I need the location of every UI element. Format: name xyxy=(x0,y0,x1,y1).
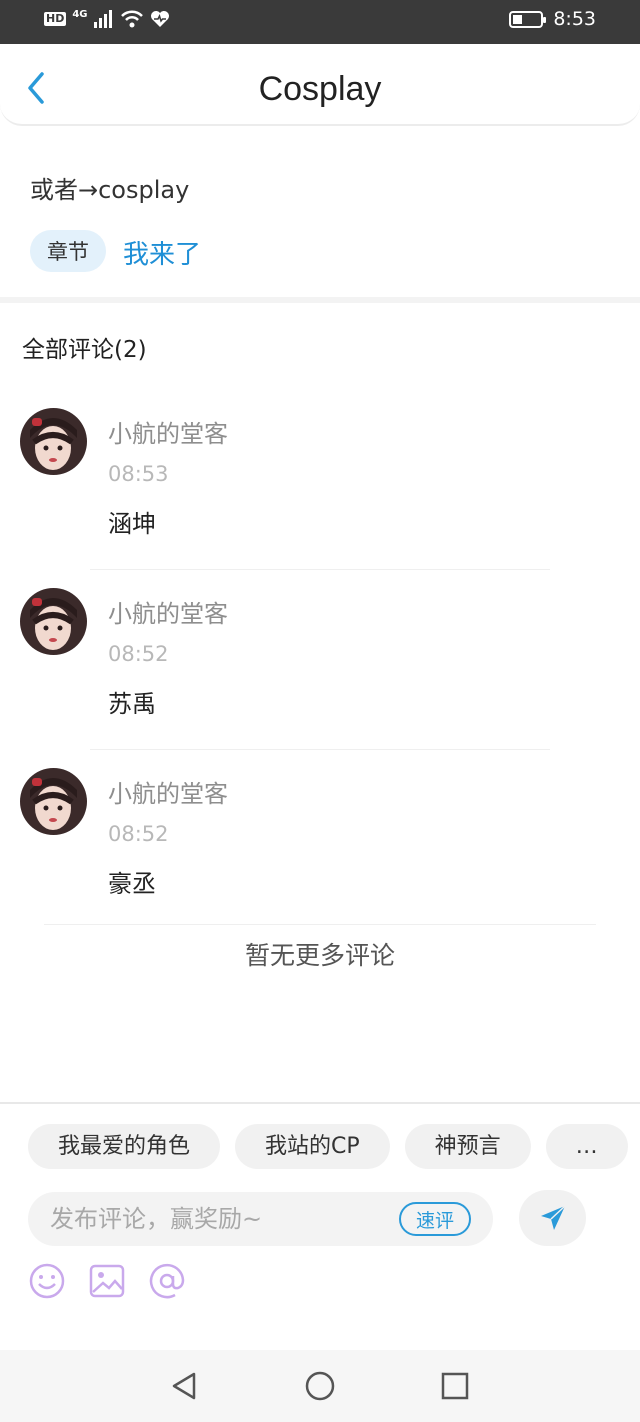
image-icon[interactable] xyxy=(88,1262,126,1300)
avatar[interactable] xyxy=(20,588,87,655)
comment-input[interactable] xyxy=(50,1200,390,1238)
emoji-icon[interactable] xyxy=(28,1262,66,1300)
battery-icon xyxy=(509,10,547,28)
comment-input-box[interactable]: 速评 xyxy=(28,1192,493,1246)
comment-time: 08:52 xyxy=(108,822,169,846)
comment-composer: 我最爱的角色我站的CP 神预言 … 速评 xyxy=(0,1102,640,1350)
comments-title: 全部评论(2) xyxy=(22,337,147,363)
status-left: HD 4G xyxy=(44,8,170,28)
quick-comment-button[interactable]: 速评 xyxy=(399,1202,471,1236)
list-end-divider xyxy=(44,924,596,925)
status-time: 8:53 xyxy=(553,8,596,30)
post-text: 或者→cosplay xyxy=(30,176,190,204)
system-nav-bar xyxy=(0,1350,640,1422)
comment-time: 08:52 xyxy=(108,642,169,666)
no-more-comments: 暂无更多评论 xyxy=(244,941,395,970)
chip-more[interactable]: … xyxy=(545,1124,628,1169)
comment-author[interactable]: 小航的堂客 xyxy=(108,414,228,449)
chip-favorite-character[interactable]: 我最爱的角色 xyxy=(28,1124,221,1169)
comment-item[interactable]: 小航的堂客 08:52 苏禹 xyxy=(0,570,640,750)
mention-icon[interactable] xyxy=(148,1262,186,1300)
comment-text: 涵坤 xyxy=(108,510,156,538)
send-button[interactable] xyxy=(519,1190,586,1246)
comment-time: 08:53 xyxy=(108,462,169,486)
wifi-icon xyxy=(120,10,143,28)
nav-recents-icon[interactable] xyxy=(439,1370,471,1402)
quick-topic-chips: 我最爱的角色 我站的CP 神预言 … xyxy=(28,1124,640,1170)
health-heart-icon xyxy=(150,11,169,27)
nav-back-icon[interactable] xyxy=(168,1370,200,1402)
chapter-tag: 章节 xyxy=(30,230,106,272)
comment-item[interactable]: 小航的堂客 08:52 豪丞 xyxy=(0,750,640,930)
chip-prophecy[interactable]: 神预言 xyxy=(404,1124,531,1169)
nav-home-icon[interactable] xyxy=(304,1370,336,1402)
hd-badge: HD xyxy=(44,12,67,26)
avatar[interactable] xyxy=(20,768,87,835)
page-title: Cosplay xyxy=(258,70,382,108)
avatar-image xyxy=(20,408,87,475)
status-bar: HD 4G 8:53 xyxy=(0,0,640,44)
section-divider xyxy=(0,297,640,303)
chapter-link[interactable]: 我来了 xyxy=(123,234,201,271)
status-right: 8:53 xyxy=(509,8,596,30)
top-header: Cosplay xyxy=(0,44,640,126)
comment-author[interactable]: 小航的堂客 xyxy=(108,774,228,809)
comment-text: 苏禹 xyxy=(108,690,156,718)
avatar-image xyxy=(20,588,87,655)
comment-author[interactable]: 小航的堂客 xyxy=(108,594,228,629)
avatar-image xyxy=(20,768,87,835)
signal-icon xyxy=(93,10,112,28)
send-icon xyxy=(540,1205,566,1230)
network-type: 4G xyxy=(72,8,88,20)
comment-text: 豪丞 xyxy=(108,870,156,898)
avatar[interactable] xyxy=(20,408,87,475)
comment-item[interactable]: 小航的堂客 08:53 涵坤 xyxy=(0,390,640,570)
composer-toolbar xyxy=(28,1262,186,1300)
chip-my-cp[interactable]: 我站的CP xyxy=(235,1124,390,1169)
